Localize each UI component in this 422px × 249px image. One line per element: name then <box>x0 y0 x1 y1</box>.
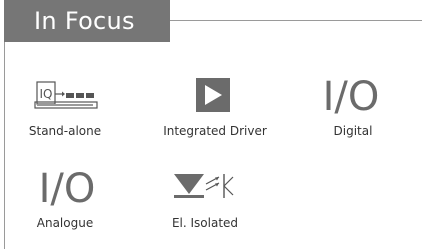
tile-el-isolated[interactable]: El. Isolated <box>140 164 270 244</box>
io-icon: I/O <box>39 166 96 212</box>
tile-label: Stand-alone <box>28 124 102 138</box>
tile-stand-alone[interactable]: IQ Stand-alone <box>0 72 130 152</box>
iq-icon-text: IQ <box>40 87 53 101</box>
tile-analogue[interactable]: I/O Analogue <box>0 164 130 244</box>
tile-label: El. Isolated <box>171 216 239 230</box>
panel-title: In Focus <box>4 0 170 42</box>
tile-integrated-driver[interactable]: Integrated Driver <box>150 72 280 152</box>
standalone-iq-icon: IQ <box>34 81 98 109</box>
io-icon-text: I/O <box>39 166 96 212</box>
tile-label: Integrated Driver <box>163 124 267 138</box>
tile-label: Analogue <box>36 216 94 230</box>
tile-digital[interactable]: I/O Digital <box>288 72 418 152</box>
io-icon: I/O <box>323 74 380 120</box>
in-focus-panel: In Focus IQ Stand-alone Integrated Drive… <box>0 0 422 249</box>
tile-label: Digital <box>333 124 373 138</box>
frame-top-line <box>170 20 422 21</box>
play-icon <box>196 78 230 112</box>
optocoupler-icon <box>174 174 234 198</box>
io-icon-text: I/O <box>323 74 380 120</box>
